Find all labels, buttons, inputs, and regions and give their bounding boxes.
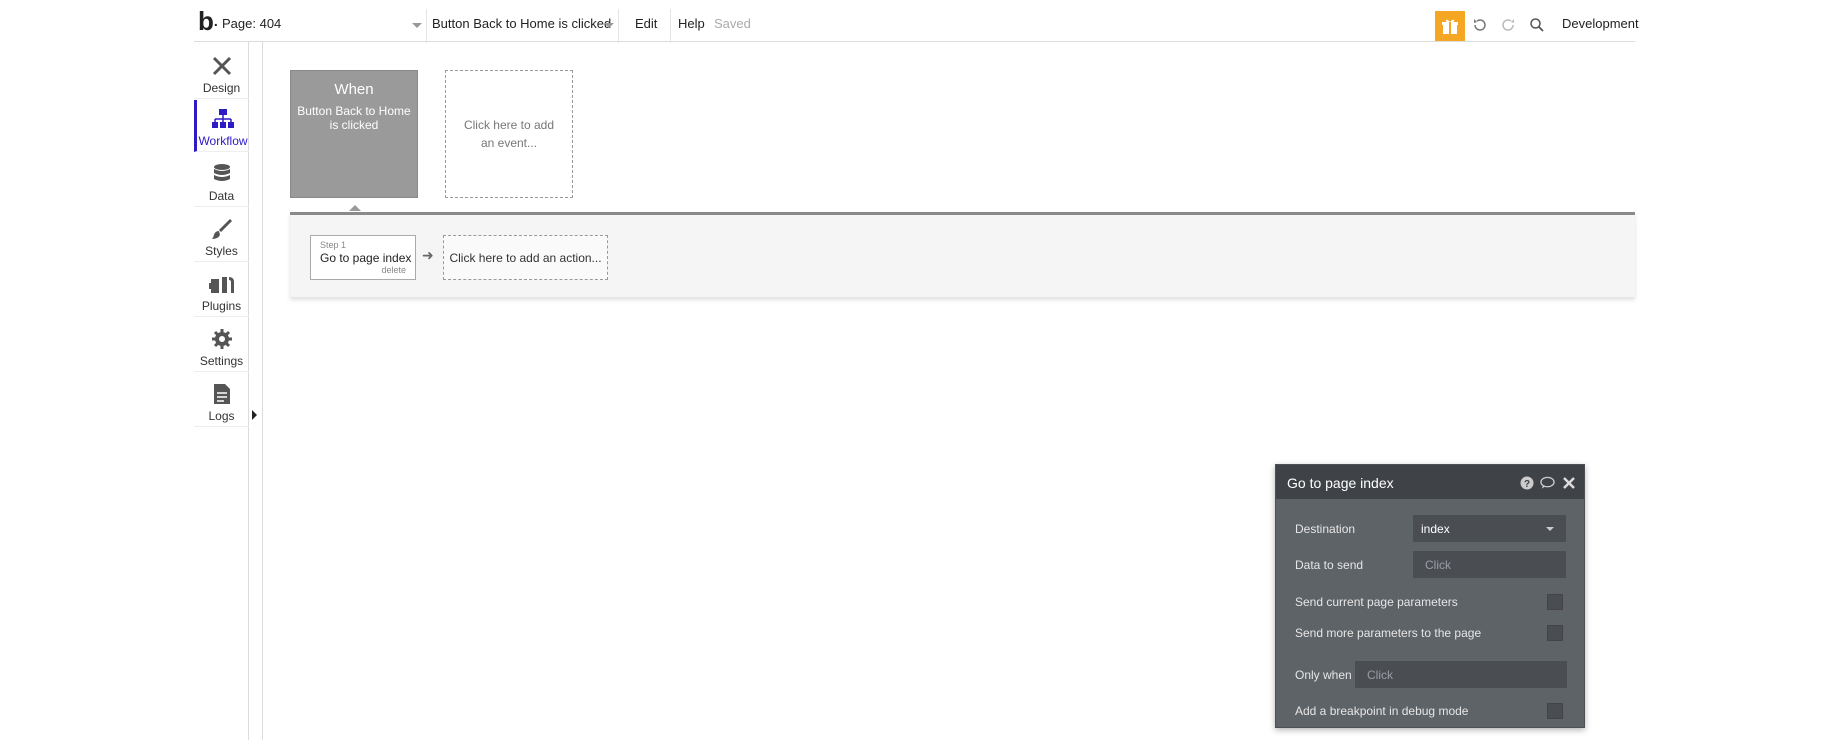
- step-card[interactable]: Step 1 Go to page index delete: [310, 235, 416, 280]
- sidebar-item-plugins[interactable]: Plugins: [194, 265, 249, 317]
- page-selector[interactable]: Page: 404: [222, 16, 281, 32]
- sidebar-item-workflow[interactable]: Workflow: [194, 100, 249, 152]
- sidebar-item-design[interactable]: Design: [194, 47, 249, 99]
- help-icon[interactable]: ?: [1519, 475, 1534, 490]
- step-title: Go to page index: [320, 251, 412, 265]
- event-pointer-icon: [349, 205, 361, 211]
- canvas-left-border: [262, 42, 263, 740]
- undo-icon: [1474, 19, 1486, 31]
- event-description: Button Back to Home is clicked: [297, 104, 411, 132]
- action-properties-panel: Go to page index ? Destination index Dat…: [1275, 464, 1585, 728]
- brush-icon: [211, 218, 232, 239]
- chevron-down-icon: [1546, 527, 1554, 531]
- add-event-button[interactable]: Click here to add an event...: [445, 70, 573, 198]
- sidebar-item-label: Settings: [199, 354, 244, 368]
- sidebar-item-label: Logs: [208, 409, 235, 423]
- workflow-icon: [212, 109, 234, 128]
- send-current-params-label: Send current page parameters: [1295, 595, 1458, 609]
- gift-icon: [1442, 19, 1458, 34]
- gear-icon: [211, 329, 232, 349]
- send-more-params-checkbox[interactable]: [1547, 625, 1563, 641]
- page-selector-chevron-down-icon[interactable]: [412, 23, 422, 28]
- comment-icon[interactable]: [1540, 475, 1555, 490]
- svg-text:?: ?: [1523, 479, 1529, 490]
- toolbar-divider: [426, 9, 427, 43]
- toolbar-divider: [670, 9, 671, 43]
- database-icon: [213, 164, 230, 181]
- arrow-right-icon: ➜: [422, 247, 434, 263]
- top-bar: b. Page: 404 Button Back to Home is clic…: [194, 0, 1639, 43]
- panel-header: Go to page index ?: [1276, 465, 1584, 499]
- delete-step-link[interactable]: delete: [381, 265, 406, 275]
- only-when-input[interactable]: Click: [1355, 661, 1567, 688]
- breakpoint-label: Add a breakpoint in debug mode: [1295, 704, 1469, 718]
- sidebar-item-label: Styles: [205, 244, 238, 258]
- save-status: Saved: [714, 16, 751, 31]
- sidebar-item-label: Workflow: [198, 134, 248, 148]
- add-action-button[interactable]: Click here to add an action...: [443, 235, 608, 280]
- expand-sidebar-arrow-icon[interactable]: [252, 410, 257, 420]
- sidebar-item-label: Data: [208, 189, 235, 203]
- sidebar-item-label: Plugins: [201, 299, 242, 313]
- search-icon: [1530, 18, 1544, 32]
- actions-bar: Step 1 Go to page index delete ➜ Click h…: [290, 212, 1635, 297]
- destination-value: index: [1421, 522, 1450, 536]
- step-number: Step 1: [320, 240, 347, 250]
- toolbar-divider: [618, 9, 619, 43]
- data-to-send-label: Data to send: [1295, 558, 1364, 572]
- redo-button[interactable]: [1497, 14, 1519, 36]
- sidebar-item-settings[interactable]: Settings: [194, 320, 249, 372]
- breakpoint-checkbox[interactable]: [1547, 703, 1563, 719]
- search-button[interactable]: [1526, 14, 1548, 36]
- send-current-params-checkbox[interactable]: [1547, 594, 1563, 610]
- help-menu[interactable]: Help: [678, 16, 705, 32]
- destination-label: Destination: [1295, 522, 1356, 536]
- bubble-logo[interactable]: b.: [198, 8, 218, 34]
- close-icon[interactable]: [1561, 475, 1576, 490]
- only-when-label: Only when: [1295, 668, 1352, 682]
- redo-icon: [1502, 19, 1514, 31]
- environment-selector[interactable]: Development: [1562, 16, 1639, 32]
- left-sidebar: Design Workflow Data Styles Plugins Sett…: [194, 42, 257, 740]
- sidebar-item-data[interactable]: Data: [194, 155, 249, 207]
- plug-icon: [208, 277, 234, 293]
- panel-title: Go to page index: [1287, 475, 1394, 491]
- design-tools-icon: [212, 56, 231, 76]
- event-heading: When: [334, 81, 374, 98]
- gift-button[interactable]: [1435, 11, 1465, 41]
- document-icon: [213, 384, 230, 404]
- sidebar-item-logs[interactable]: Logs: [194, 375, 249, 427]
- undo-button[interactable]: [1469, 14, 1491, 36]
- sidebar-item-label: Design: [202, 81, 241, 95]
- event-selector-chevron-down-icon[interactable]: [604, 23, 614, 28]
- event-selector[interactable]: Button Back to Home is clicked: [432, 16, 611, 32]
- sidebar-item-styles[interactable]: Styles: [194, 210, 249, 262]
- data-to-send-input[interactable]: Click: [1413, 551, 1566, 578]
- event-card[interactable]: When Button Back to Home is clicked: [290, 70, 418, 198]
- send-more-params-label: Send more parameters to the page: [1295, 626, 1482, 640]
- destination-dropdown[interactable]: index: [1413, 515, 1566, 542]
- edit-menu[interactable]: Edit: [635, 16, 657, 32]
